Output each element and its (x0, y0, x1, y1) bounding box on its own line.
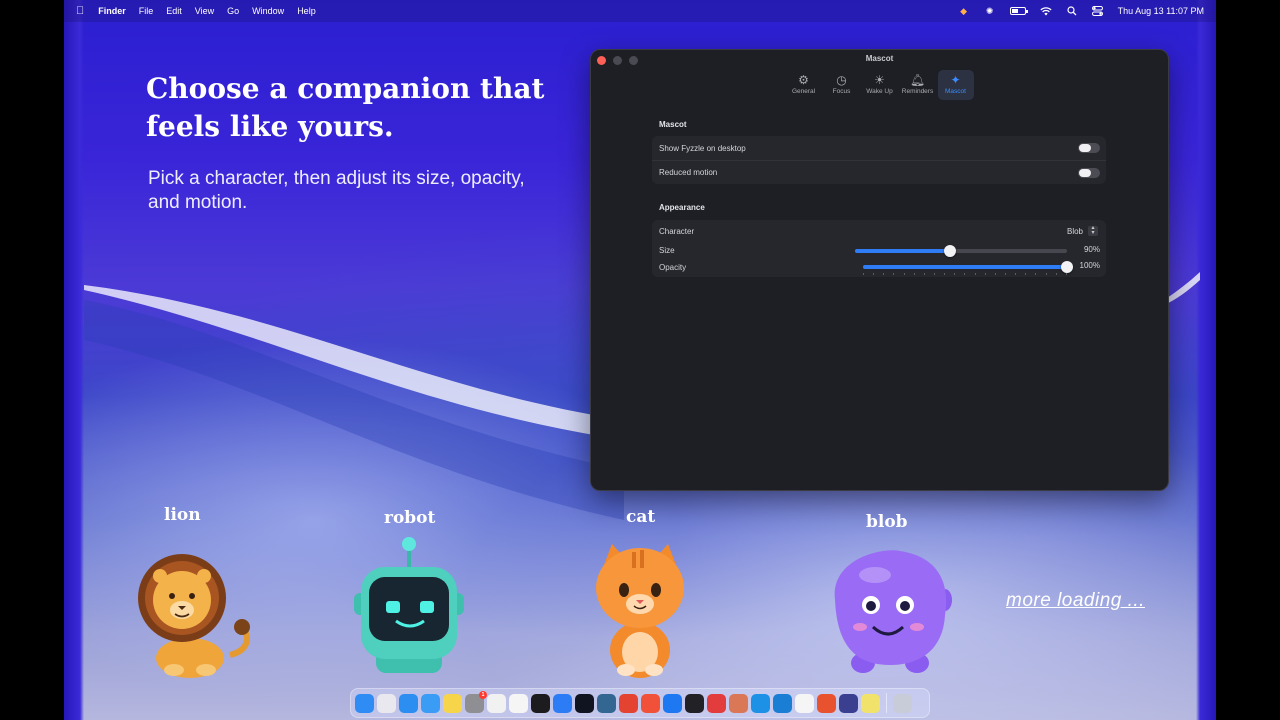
vscode-icon[interactable] (773, 693, 792, 713)
size-slider-thumb[interactable] (944, 245, 957, 257)
preview-icon[interactable] (861, 693, 880, 713)
opacity-slider-thumb[interactable] (1061, 261, 1073, 273)
docker-icon[interactable] (751, 693, 770, 713)
lion-mascot[interactable] (130, 550, 260, 680)
fyzzle-status-icon[interactable]: ◆ (958, 6, 970, 16)
window-titlebar[interactable]: Mascot (591, 50, 1168, 70)
show-on-desktop-toggle[interactable] (1078, 143, 1100, 153)
slack-icon[interactable] (509, 693, 528, 713)
claude-icon[interactable] (729, 693, 748, 713)
sparkle-icon: ✦ (950, 73, 961, 87)
sun-icon: ☀ (874, 73, 885, 87)
timer-icon: ◷ (836, 73, 847, 87)
character-label: Character (659, 226, 695, 236)
lasso-icon[interactable] (707, 693, 726, 713)
xcode-icon[interactable] (663, 693, 682, 713)
blob-label: blob (866, 512, 908, 532)
menu-help[interactable]: Help (297, 6, 316, 16)
tab-reminders[interactable]: 🔔︎ Reminders (900, 70, 936, 100)
notion-icon[interactable] (795, 693, 814, 713)
fyzzle-icon[interactable] (839, 693, 858, 713)
hero-subline: Pick a character, then adjust its size, … (148, 168, 525, 213)
safari-icon[interactable] (399, 693, 418, 713)
appearance-settings-group: Character Blob ▴ ▾ Size 90% Opacity 100% (652, 220, 1106, 277)
cube-icon[interactable] (685, 693, 704, 713)
opacity-slider-fill (863, 265, 1067, 269)
more-loading-text: more loading ... (1006, 590, 1145, 611)
opacity-slider[interactable] (863, 261, 1073, 275)
character-row: Character Blob ▴ ▾ (652, 220, 1106, 242)
swift-icon[interactable] (641, 693, 660, 713)
preferences-tabs: ⚙ General ◷ Focus ☀ Wake Up 🔔︎ Reminders… (591, 70, 1168, 100)
size-value: 90% (1083, 245, 1100, 254)
finder-icon[interactable] (355, 693, 374, 713)
lion-label: lion (164, 505, 201, 525)
menu-go[interactable]: Go (227, 6, 239, 16)
apple-icon[interactable]:  (76, 5, 84, 17)
reduced-motion-row: Reduced motion (652, 160, 1106, 184)
launchpad-icon[interactable] (377, 693, 396, 713)
cat-mascot[interactable] (590, 540, 690, 680)
cat-label: cat (626, 507, 656, 527)
window-title: Mascot (865, 54, 894, 63)
chrome-icon[interactable] (487, 693, 506, 713)
chevron-updown-icon: ▴ ▾ (1088, 225, 1098, 236)
tab-focus[interactable]: ◷ Focus (824, 70, 860, 100)
wifi-icon[interactable] (1039, 6, 1052, 16)
robot-label: robot (384, 508, 436, 528)
robot-mascot[interactable] (346, 535, 476, 680)
tab-mascot[interactable]: ✦ Mascot (937, 70, 974, 100)
mascot-settings-group: Show Fyzzle on desktop Reduced motion (652, 136, 1106, 184)
letterbox-left (0, 0, 64, 720)
menu-view[interactable]: View (195, 6, 214, 16)
notification-badge: 1 (479, 690, 487, 699)
opacity-value: 100% (1079, 261, 1100, 270)
reduced-motion-toggle[interactable] (1078, 168, 1100, 178)
tab-general[interactable]: ⚙ General (786, 70, 822, 100)
show-on-desktop-label: Show Fyzzle on desktop (659, 143, 746, 153)
notes-icon[interactable] (443, 693, 462, 713)
spotlight-icon[interactable] (1066, 6, 1078, 16)
opacity-label: Opacity (659, 263, 687, 272)
mascot-section-title: Mascot (659, 120, 687, 129)
menu-edit[interactable]: Edit (166, 6, 182, 16)
opacity-row: Opacity 100% (652, 259, 1106, 276)
trash-icon[interactable] (893, 693, 912, 713)
menu-file[interactable]: File (139, 6, 154, 16)
battery-icon[interactable] (1009, 7, 1028, 15)
size-slider-fill (855, 249, 951, 253)
character-select[interactable]: Blob ▴ ▾ (1067, 225, 1098, 236)
menu-finder[interactable]: Finder (98, 6, 126, 16)
hero-headline: Choose a companion that feels like yours… (146, 72, 545, 143)
terminal-icon[interactable] (531, 693, 550, 713)
size-slider[interactable] (855, 245, 1067, 257)
mascot-settings-window: Mascot ⚙ General ◷ Focus ☀ Wake Up 🔔︎ Re… (590, 49, 1169, 491)
reduced-motion-label: Reduced motion (659, 168, 718, 177)
show-on-desktop-row: Show Fyzzle on desktop (652, 136, 1106, 160)
menu-window[interactable]: Window (252, 6, 284, 16)
bell-icon: 🔔︎ (909, 73, 926, 87)
size-label: Size (659, 246, 675, 255)
dock: 1 (350, 688, 930, 718)
dock-separator (886, 693, 887, 713)
control-center-icon[interactable] (1092, 6, 1104, 16)
mail-icon[interactable] (421, 693, 440, 713)
menu-clock[interactable]: Thu Aug 13 11:07 PM (1118, 6, 1204, 16)
size-row: Size 90% (652, 242, 1106, 259)
word-icon[interactable] (817, 693, 836, 713)
appearance-section-title: Appearance (659, 203, 705, 212)
tab-wake-up[interactable]: ☀ Wake Up (862, 70, 898, 100)
letterbox-right (1216, 0, 1280, 720)
settings-icon[interactable]: 1 (465, 690, 487, 713)
openai-status-icon[interactable]: ✺ (984, 6, 996, 16)
gear-icon: ⚙ (798, 73, 809, 87)
menu-bar:  Finder File Edit View Go Window Help ◆… (64, 0, 1216, 22)
opacity-slider-ticks (863, 273, 1067, 275)
appstore-icon[interactable] (553, 693, 572, 713)
webstorm-icon[interactable] (575, 693, 594, 713)
todoist-icon[interactable] (619, 693, 638, 713)
postgres-icon[interactable] (597, 693, 616, 713)
blob-mascot[interactable] (825, 545, 955, 680)
